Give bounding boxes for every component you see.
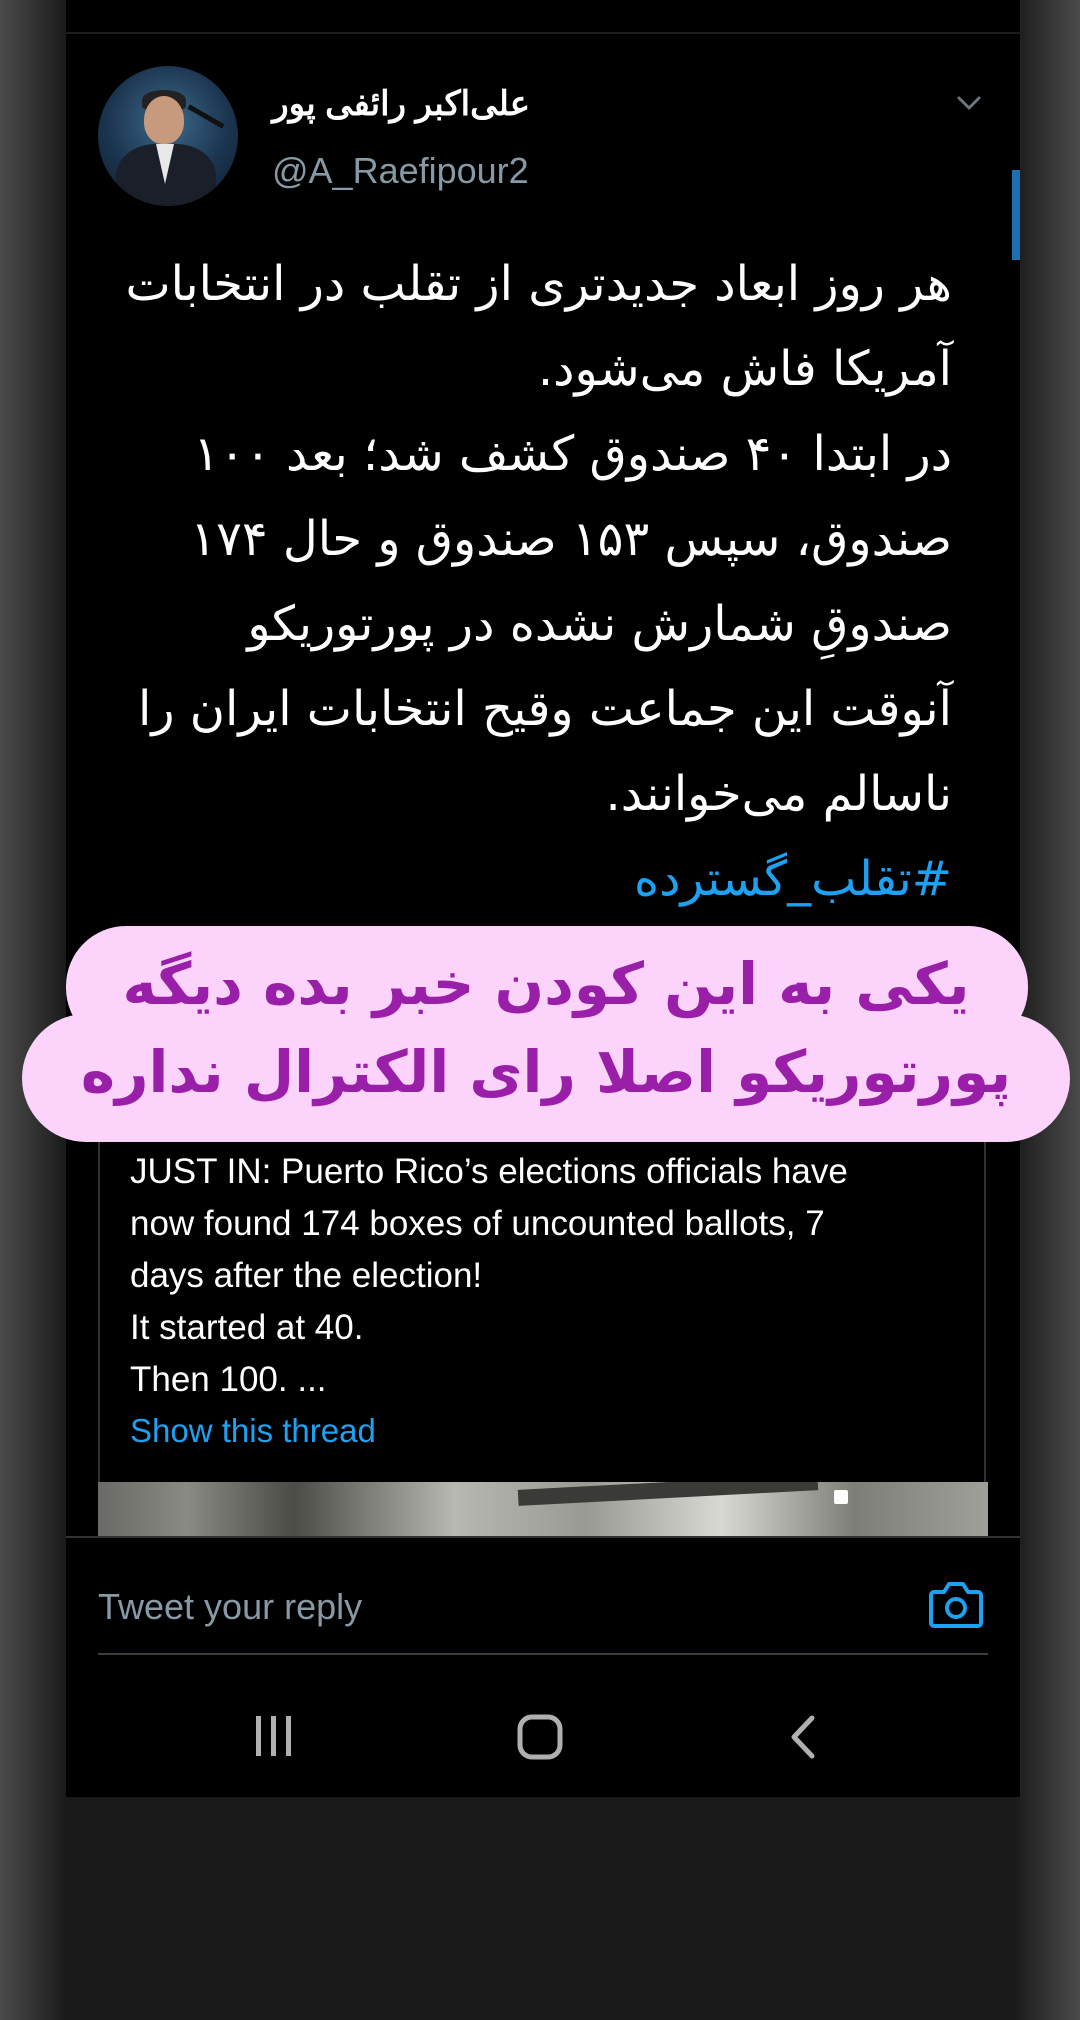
show-thread-link[interactable]: Show this thread	[130, 1412, 376, 1450]
author-name[interactable]: علی‌اکبر رائفی پور	[272, 84, 530, 124]
recent-apps-icon[interactable]	[252, 1714, 296, 1758]
author-handle[interactable]: @A_Raefipour2	[272, 150, 529, 192]
overlay-caption: یکی به این کودن خبر بده دیگه پورتوریکو ا…	[22, 940, 1070, 1116]
divider	[66, 32, 1020, 34]
hashtag-link[interactable]: #تقلب_گسترده	[146, 837, 952, 922]
avatar[interactable]	[98, 66, 238, 206]
quoted-line: now found 174 boxes of uncounted ballots…	[130, 1204, 825, 1243]
quoted-tweet-text: JUST IN: Puerto Rico’s elections officia…	[130, 1146, 990, 1406]
tweet-line: صندوقِ شمارش نشده در پورتوریکو	[247, 596, 952, 652]
tweet-line: آمریکا فاش می‌شود.	[537, 341, 952, 397]
tweet-line: صندوق، سپس ۱۵۳ صندوق و حال ۱۷۴	[190, 511, 952, 567]
back-icon[interactable]	[788, 1714, 818, 1760]
quoted-line: days after the election!	[130, 1256, 483, 1295]
reply-divider	[66, 1536, 1020, 1538]
tweet-text: هر روز ابعاد جدیدتری از تقلب در انتخابات…	[125, 242, 952, 922]
tweet-screen: علی‌اکبر رائفی پور @A_Raefipour2 هر روز …	[66, 0, 1020, 1797]
scrollbar[interactable]	[1012, 170, 1020, 260]
home-icon[interactable]	[516, 1714, 564, 1760]
reply-input[interactable]: Tweet your reply	[98, 1586, 362, 1628]
chevron-down-icon[interactable]	[956, 90, 982, 116]
quoted-line: Then 100. ...	[130, 1360, 327, 1399]
tweet-line: آنوقت این جماعت وقیح انتخابات ایران را	[137, 681, 952, 737]
tweet-line: ناسالم می‌خوانند.	[605, 766, 952, 822]
tweet-line: در ابتدا ۴۰ صندوق کشف شد؛ بعد ۱۰۰	[193, 426, 952, 482]
quoted-media-image[interactable]	[98, 1482, 988, 1536]
tweet-line: هر روز ابعاد جدیدتری از تقلب در انتخابات	[125, 256, 952, 312]
reply-underline	[98, 1653, 988, 1655]
quoted-line: JUST IN: Puerto Rico’s elections officia…	[130, 1152, 848, 1191]
camera-icon[interactable]	[928, 1578, 984, 1630]
overlay-line: پورتوریکو اصلا رای الکترال نداره	[80, 1038, 1012, 1106]
overlay-line: یکی به این کودن خبر بده دیگه	[122, 950, 970, 1018]
quoted-line: It started at 40.	[130, 1308, 364, 1347]
